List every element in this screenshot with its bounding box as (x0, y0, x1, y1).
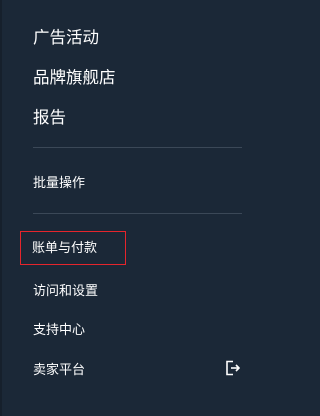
menu-item-access-settings[interactable]: 访问和设置 (33, 280, 98, 299)
sidebar-nav-menu: 广告活动 品牌旗舰店 报告 批量操作 账单与付款 访问和设置 支持中心 卖家平台 (0, 0, 252, 416)
menu-item-reports[interactable]: 报告 (33, 104, 66, 128)
menu-item-billing-payments[interactable]: 账单与付款 (32, 237, 97, 256)
menu-item-support-center[interactable]: 支持中心 (33, 319, 85, 338)
left-edge-strip (0, 0, 2, 416)
menu-item-bulk-operations[interactable]: 批量操作 (33, 172, 85, 191)
sign-out-icon[interactable] (225, 360, 241, 376)
menu-item-seller-central[interactable]: 卖家平台 (33, 359, 85, 378)
menu-item-brand-store[interactable]: 品牌旗舰店 (33, 64, 116, 88)
menu-divider (33, 147, 242, 148)
menu-divider (33, 213, 242, 214)
menu-item-campaigns[interactable]: 广告活动 (33, 24, 99, 48)
